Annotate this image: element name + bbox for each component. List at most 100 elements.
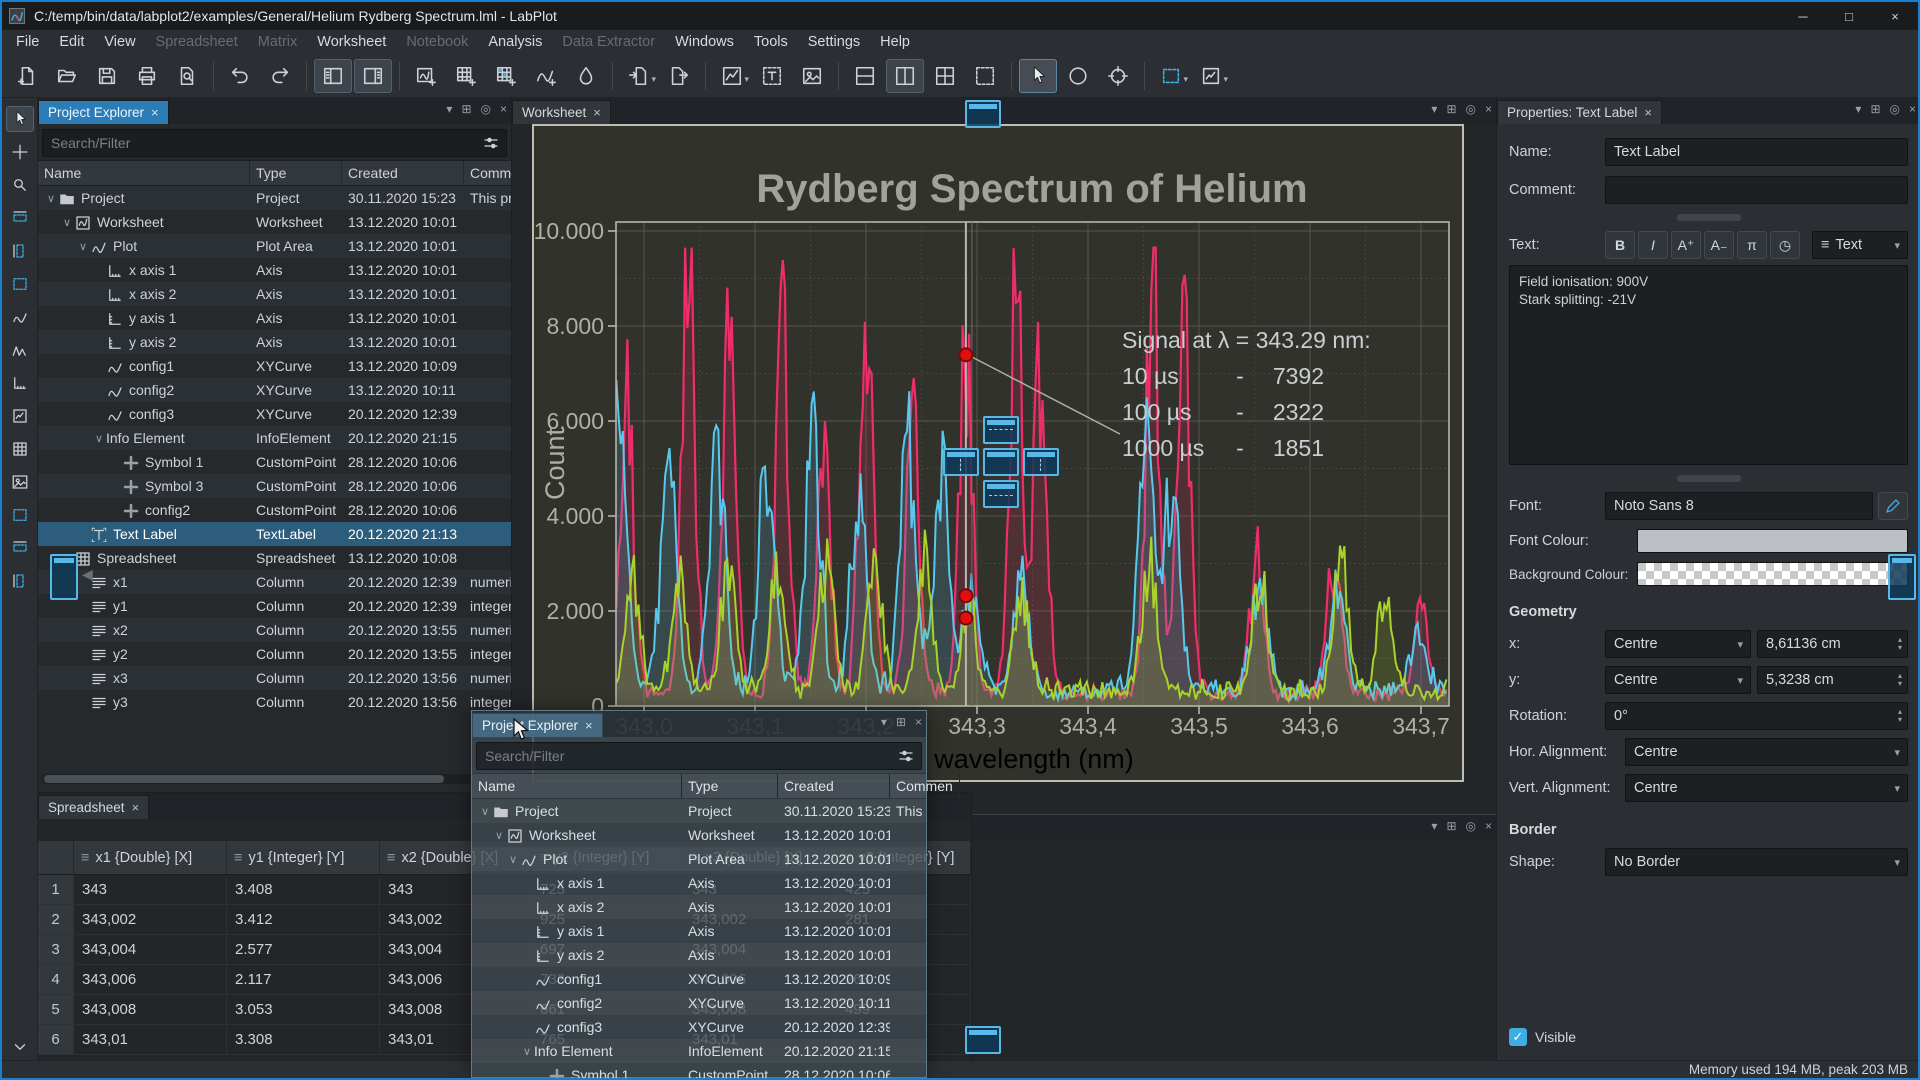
tree-row-y2[interactable]: y2Column20.12.2020 13:55integer da [38,642,511,666]
scrollbar-handle[interactable] [44,775,444,783]
tree-column-headers[interactable]: NameTypeCreatedCommen [472,773,926,799]
plot-title[interactable]: Rydberg Spectrum of Helium [756,167,1307,211]
tree-row-x-axis-2[interactable]: x axis 2Axis13.12.2020 10:01 [472,895,926,919]
column-header-type[interactable]: Type [682,774,778,798]
magnification-button[interactable]: ▾ [1192,59,1230,93]
search-input[interactable] [49,134,482,152]
minimize-button[interactable]: ─ [1780,2,1826,30]
tree-row-worksheet[interactable]: ∨WorksheetWorksheet13.12.2020 10:01 [38,210,511,234]
pin-icon[interactable]: ◎ [1466,819,1476,833]
close-icon[interactable]: × [151,105,159,120]
tree-column-headers[interactable]: NameTypeCreatedCommen [38,160,511,186]
info-marker-point[interactable] [959,348,972,361]
maximize-button[interactable]: □ [1826,2,1872,30]
tree-row-info-element[interactable]: ∨Info ElementInfoElement20.12.2020 21:15 [472,1039,926,1063]
add-text-label-button[interactable] [753,59,791,93]
dock-indicator-cluster-center[interactable] [983,448,1019,476]
tree-row-config1[interactable]: config1XYCurve13.12.2020 10:09 [38,354,511,378]
save-button[interactable] [88,59,126,93]
menu-icon[interactable]: ▾ [1431,819,1437,833]
export-button[interactable] [660,59,698,93]
cell[interactable]: 343,01 [74,1025,227,1054]
hor-alignment-combo[interactable]: Centre [1625,738,1908,766]
tree-row-config2[interactable]: config2XYCurve13.12.2020 10:11 [472,991,926,1015]
horizontal-scrollbar[interactable] [42,774,498,784]
rotation-spinbox[interactable]: 0°▴▾ [1605,702,1908,730]
menu-icon[interactable]: ▾ [881,715,887,729]
comment-field[interactable] [1605,176,1908,204]
background-colour-swatch[interactable] [1637,562,1908,586]
tab-properties-text-label[interactable]: Properties: Text Label × [1497,100,1662,124]
column-header-type[interactable]: Type [250,161,342,185]
info-marker-point[interactable] [959,612,972,625]
float-icon[interactable]: ⊞ [1870,102,1880,116]
column-header-name[interactable]: Name [472,774,682,798]
select-range-button[interactable] [6,502,34,528]
menu-icon[interactable]: ▾ [1855,102,1861,116]
font-edit-button[interactable] [1878,492,1908,520]
close-icon[interactable]: × [593,105,601,120]
new-worksheet-button[interactable] [407,59,445,93]
tab-floating-project-explorer[interactable]: Project Explorer × [472,713,603,737]
title-bar[interactable]: C:/temp/bin/data/labplot2/examples/Gener… [2,2,1918,30]
menu-view[interactable]: View [94,32,145,52]
bold-button[interactable]: B [1605,231,1635,259]
expand-arrow-icon[interactable]: ∨ [492,829,506,842]
search-filter-box[interactable] [476,742,922,770]
add-image-button[interactable] [793,59,831,93]
new-matrix-button[interactable] [487,59,525,93]
subscript-button[interactable]: A₋ [1704,231,1734,259]
y-position-spinbox[interactable]: 5,3238 cm▴▾ [1757,666,1908,694]
tree-row-x3[interactable]: x3Column20.12.2020 13:56numerical [38,666,511,690]
spreadsheet-column-header[interactable]: ≡x1 {Double} [X] [74,841,227,874]
float-icon[interactable]: ⊞ [896,715,906,729]
close-button[interactable]: × [1872,2,1918,30]
cell[interactable]: 3.412 [227,905,380,934]
x-position-combo[interactable]: Centre [1605,630,1751,658]
cell[interactable]: 3.308 [227,1025,380,1054]
pin-icon[interactable]: ◎ [1890,102,1900,116]
tree-row-y-axis-2[interactable]: y axis 2Axis13.12.2020 10:01 [472,943,926,967]
cell[interactable]: 343,004 [74,935,227,964]
dock-indicator-bottom[interactable] [965,1026,1001,1054]
print-preview-button[interactable] [168,59,206,93]
tree-row-config1[interactable]: config1XYCurve13.12.2020 10:09 [472,967,926,991]
color-maps-button[interactable] [567,59,605,93]
expand-arrow-icon[interactable]: ∨ [506,853,520,866]
horizontal-layout-button[interactable] [886,59,924,93]
close-icon[interactable]: × [132,800,140,815]
import-button[interactable]: ▾ [620,59,658,93]
selection-tool-button[interactable]: ▾ [1152,59,1190,93]
zoom-x-select-button[interactable] [6,205,34,231]
font-colour-swatch[interactable] [1637,529,1908,553]
cell[interactable]: 343,008 [74,995,227,1024]
tree-row-config2[interactable]: config2XYCurve13.12.2020 10:11 [38,378,511,402]
border-shape-combo[interactable]: No Border [1605,848,1908,876]
tree-row-plot[interactable]: ∨PlotPlot Area13.12.2020 10:01 [472,847,926,871]
close-icon[interactable]: × [500,102,507,116]
dock-indicator-cluster-left[interactable] [943,448,979,476]
cell[interactable]: 2.117 [227,965,380,994]
export-image-button[interactable] [6,469,34,495]
dock-indicator-cluster-top[interactable] [983,416,1019,444]
tree-row-symbol-1[interactable]: Symbol 1CustomPoint28.12.2020 10:06 [38,450,511,474]
tree-row-x1[interactable]: x1Column20.12.2020 12:39numerical [38,570,511,594]
crosshair-mode-button[interactable] [1059,59,1097,93]
tree-row-y-axis-1[interactable]: y axis 1Axis13.12.2020 10:01 [38,306,511,330]
cell[interactable]: 3.053 [227,995,380,1024]
tree-row-spreadsheet[interactable]: ∨SpreadsheetSpreadsheet13.12.2020 10:08 [38,546,511,570]
tree-row-project[interactable]: ∨ProjectProject30.11.2020 15:23This proj… [38,186,511,210]
italic-button[interactable]: I [1638,231,1668,259]
tree-row-worksheet[interactable]: ∨WorksheetWorksheet13.12.2020 10:01 [472,823,926,847]
break-layout-button[interactable] [966,59,1004,93]
pin-icon[interactable]: ◎ [481,102,491,116]
dock-indicator-top[interactable] [965,100,1001,128]
vert-alignment-combo[interactable]: Centre [1625,774,1908,802]
cell[interactable]: 343,002 [74,905,227,934]
redo-button[interactable] [261,59,299,93]
column-header-name[interactable]: Name [38,161,250,185]
select-x-range-button[interactable] [6,535,34,561]
menu-icon[interactable]: ▾ [1431,102,1437,116]
tree-row-symbol-3[interactable]: Symbol 3CustomPoint28.12.2020 10:06 [38,474,511,498]
add-plot-button[interactable]: ▾ [713,59,751,93]
